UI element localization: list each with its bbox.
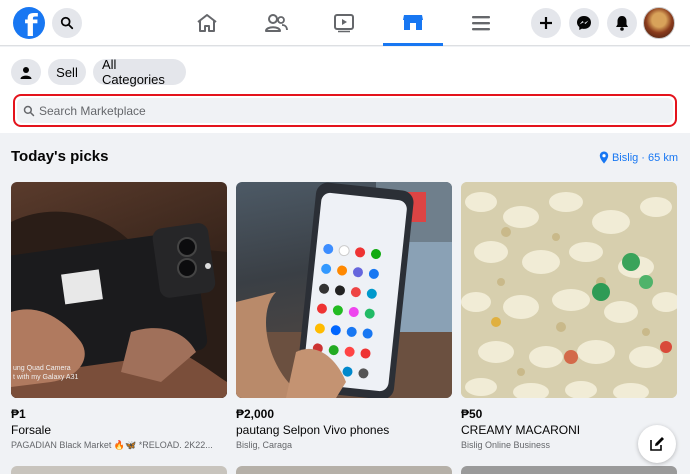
home-icon [197,14,217,32]
listing-price: ₱50 [461,407,483,421]
watch-icon [334,14,354,33]
listing-price: ₱1 [11,407,26,421]
listing-title: pautang Selpon Vivo phones [236,423,390,437]
person-icon [20,66,32,79]
tab-marketplace[interactable] [383,0,443,46]
search-icon [60,16,74,30]
todays-picks-heading: Today's picks [11,148,109,165]
marketplace-icon [403,14,423,30]
listing-price: ₱2,000 [236,407,275,421]
macaroni-salad-photo [461,182,677,398]
hamburger-menu-icon [472,16,490,31]
messenger-button[interactable] [569,8,599,38]
messenger-icon [577,16,591,30]
search-marketplace-box [13,94,677,127]
listing-location: Bislig, Caraga [236,440,293,450]
tab-menu[interactable] [451,0,511,46]
friends-icon [265,14,288,32]
profile-avatar[interactable] [643,7,675,39]
listing-card[interactable]: ₱2,000 pautang Selpon Vivo phones Bislig… [236,182,452,450]
logo-letter: f [24,9,38,40]
search-field-container [17,98,673,123]
listing-title: Forsale [11,423,52,437]
location-pin-icon [599,151,609,164]
listing-card[interactable]: ₱50 CREAMY MACARONI Bislig Online Busine… [461,182,677,450]
facebook-logo[interactable]: f [13,7,45,39]
listing-photo [236,182,452,398]
plus-icon [540,17,552,29]
profile-button[interactable] [11,59,41,85]
tab-watch[interactable] [314,0,374,46]
create-button[interactable] [531,8,561,38]
listing-card-partial[interactable] [11,466,227,474]
tab-friends[interactable] [246,0,306,46]
notifications-button[interactable] [607,8,637,38]
image-caption: ung Quad Camera t with my Galaxy A31 [13,365,79,381]
create-listing-button[interactable] [638,425,676,463]
location-filter[interactable]: Bislig · 65 km [599,151,678,164]
listing-card[interactable]: ung Quad Camera t with my Galaxy A31 ₱1 … [11,182,227,451]
all-categories-button[interactable]: All Categories [93,57,186,87]
phone-screen-photo [236,182,452,398]
search-marketplace-input[interactable] [39,103,599,118]
search-icon [23,105,35,116]
top-nav-bar: f [0,0,690,46]
listing-location: PAGADIAN Black Market 🔥🦋 *RELOAD. 2K22..… [11,440,213,450]
location-label: Bislig · 65 km [611,151,678,164]
listing-photo [461,182,677,398]
tab-home[interactable] [177,0,237,46]
sell-button[interactable]: Sell [48,59,86,85]
edit-icon [650,437,664,451]
listing-photo: ung Quad Camera t with my Galaxy A31 [11,182,227,398]
listing-card-partial[interactable] [236,466,452,474]
marketplace-header: Sell All Categories [0,47,690,133]
search-button[interactable] [52,8,82,38]
listing-card-partial[interactable] [461,466,677,474]
bell-icon [616,16,628,31]
